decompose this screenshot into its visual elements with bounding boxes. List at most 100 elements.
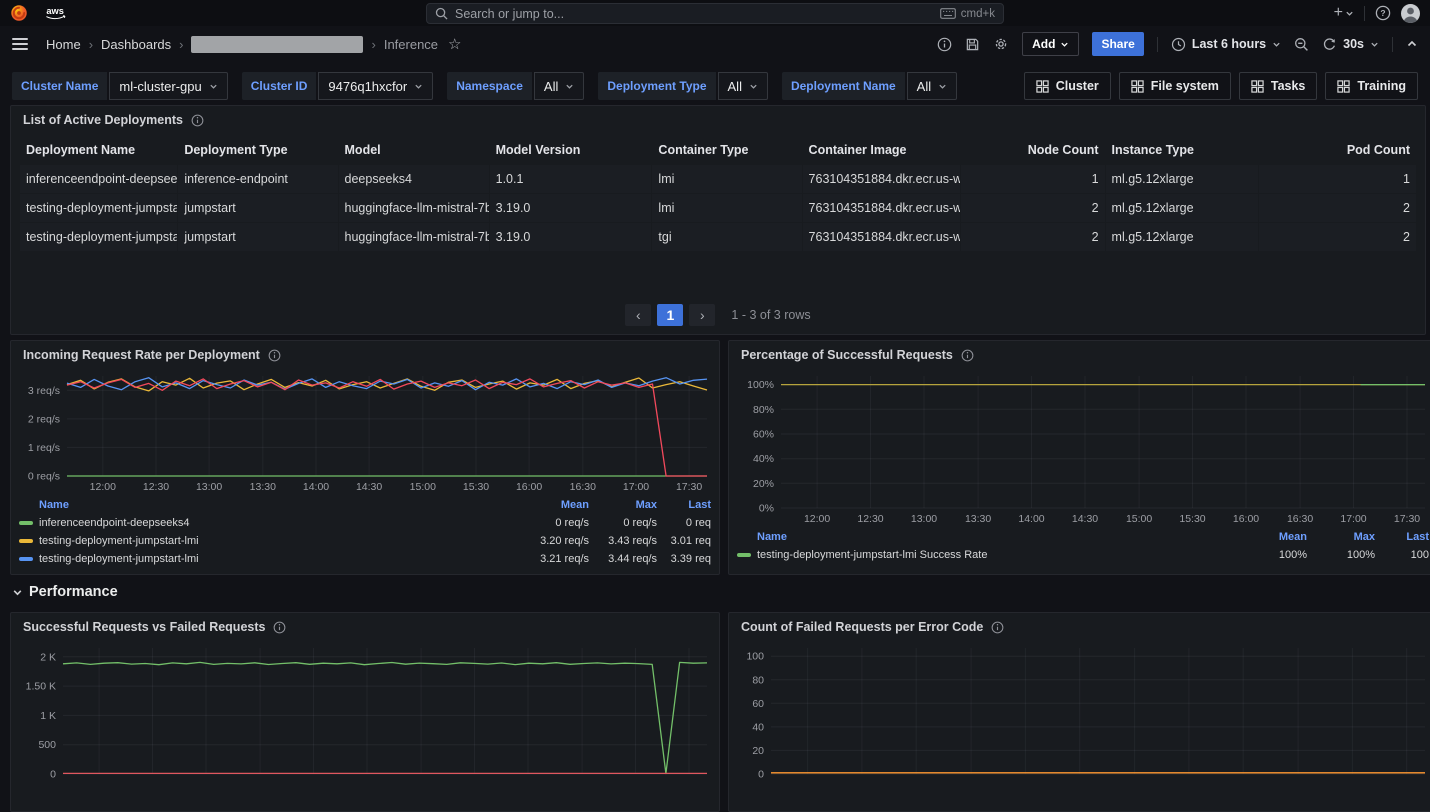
grafana-logo-icon[interactable] [10, 4, 28, 22]
column-header[interactable]: Instance Type [1106, 136, 1259, 164]
add-new-button[interactable]: + [1334, 5, 1354, 21]
add-panel-button[interactable]: Add [1022, 32, 1079, 56]
info-circle-icon[interactable] [268, 349, 281, 362]
legend-col-last[interactable]: Last [663, 499, 711, 511]
svg-text:0 req/s: 0 req/s [28, 471, 60, 483]
svg-text:16:00: 16:00 [1233, 513, 1259, 525]
time-series-chart[interactable]: 12:0012:3013:0013:3014:0014:3015:0015:30… [737, 368, 1430, 526]
variable-filter: Cluster Nameml-cluster-gpu [12, 72, 228, 100]
top-nav: aws Search or jump to... cmd+k + ? [0, 0, 1430, 26]
filter-label: Cluster Name [12, 72, 107, 100]
svg-text:20%: 20% [753, 478, 774, 490]
breadcrumb-home[interactable]: Home [46, 37, 81, 52]
share-button[interactable]: Share [1092, 32, 1143, 56]
svg-text:17:00: 17:00 [1340, 513, 1366, 525]
aws-logo-icon[interactable]: aws [42, 4, 72, 22]
svg-text:14:00: 14:00 [303, 481, 329, 493]
table-cell: ml.g5.12xlarge [1106, 194, 1259, 222]
time-series-chart[interactable]: 020406080100 [737, 640, 1430, 780]
save-icon [965, 37, 980, 52]
refresh-picker[interactable]: 30s [1322, 37, 1379, 52]
legend-series-name[interactable]: inferenceendpoint-deepseeks4 [39, 517, 521, 529]
zoom-out-time-button[interactable] [1294, 37, 1309, 52]
breadcrumb-redacted-item [191, 36, 363, 53]
column-header[interactable]: Deployment Type [178, 136, 337, 164]
svg-text:40: 40 [752, 721, 764, 733]
svg-text:13:00: 13:00 [911, 513, 937, 525]
view-button-cluster[interactable]: Cluster [1024, 72, 1111, 100]
legend-col-name[interactable]: Name [757, 531, 1239, 543]
svg-text:17:00: 17:00 [623, 481, 649, 493]
panel-title: Percentage of Successful Requests [741, 348, 953, 362]
legend-series-name[interactable]: testing-deployment-jumpstart-lmi [39, 553, 521, 565]
svg-text:60: 60 [752, 698, 764, 710]
time-series-chart[interactable]: 12:0012:3013:0013:3014:0014:3015:0015:30… [19, 368, 713, 494]
chevron-down-icon [1272, 40, 1281, 49]
section-performance[interactable]: Performance [12, 584, 118, 600]
filter-value-dropdown[interactable]: 9476q1hxcfor [318, 72, 433, 100]
help-button[interactable]: ? [1375, 5, 1391, 21]
refresh-interval-label: 30s [1343, 37, 1364, 51]
dashboard-settings-button[interactable] [993, 36, 1009, 52]
collapse-toolbar-button[interactable] [1406, 38, 1418, 50]
filter-value-dropdown[interactable]: All [907, 72, 957, 100]
info-circle-icon[interactable] [991, 621, 1004, 634]
column-header[interactable]: Model Version [490, 136, 652, 164]
view-button-training[interactable]: Training [1325, 72, 1418, 100]
filter-value-dropdown[interactable]: All [534, 72, 584, 100]
legend-col-last[interactable]: Last [1381, 531, 1429, 543]
view-button-file-system[interactable]: File system [1119, 72, 1231, 100]
column-header[interactable]: Model [339, 136, 489, 164]
svg-text:100%: 100% [747, 379, 774, 391]
chevron-down-icon [938, 82, 947, 91]
filter-value-dropdown[interactable]: All [718, 72, 768, 100]
svg-text:0: 0 [758, 769, 764, 781]
legend-col-mean[interactable]: Mean [527, 499, 589, 511]
dashboard-insights-button[interactable] [937, 37, 952, 52]
chevron-right-icon: › [371, 37, 375, 52]
breadcrumb-dashboards[interactable]: Dashboards [101, 37, 171, 52]
info-circle-icon[interactable] [961, 349, 974, 362]
legend-col-max[interactable]: Max [595, 499, 657, 511]
apps-grid-icon [1036, 80, 1049, 93]
pagination-prev-button[interactable]: ‹ [625, 304, 651, 326]
pagination-next-button[interactable]: › [689, 304, 715, 326]
info-circle-icon[interactable] [191, 114, 204, 127]
chevron-down-icon [1370, 40, 1379, 49]
svg-text:16:30: 16:30 [570, 481, 596, 493]
time-range-picker[interactable]: Last 6 hours [1171, 37, 1281, 52]
filter-value-dropdown[interactable]: ml-cluster-gpu [109, 72, 227, 100]
svg-text:3 req/s: 3 req/s [28, 385, 60, 397]
svg-text:12:30: 12:30 [143, 481, 169, 493]
column-header[interactable]: Container Image [803, 136, 960, 164]
filter-label: Cluster ID [242, 72, 317, 100]
search-input[interactable]: Search or jump to... cmd+k [426, 3, 1004, 24]
favorite-star-icon[interactable]: ☆ [448, 35, 461, 53]
table-cell: 763104351884.dkr.ecr.us-we [803, 223, 960, 251]
legend-header: Name Mean Max Last [737, 528, 1429, 546]
legend-col-name[interactable]: Name [39, 499, 521, 511]
view-button-tasks[interactable]: Tasks [1239, 72, 1318, 100]
svg-text:13:00: 13:00 [196, 481, 222, 493]
column-header[interactable]: Node Count [961, 136, 1105, 164]
menu-toggle-button[interactable] [12, 38, 28, 50]
table-pagination: ‹ 1 › 1 - 3 of 3 rows [11, 304, 1425, 326]
deployments-table: Deployment NameDeployment TypeModelModel… [19, 135, 1417, 252]
legend-series-name[interactable]: testing-deployment-jumpstart-lmi Success… [757, 549, 1239, 561]
gear-icon [993, 36, 1009, 52]
time-series-chart[interactable]: 05001 K1.50 K2 K [19, 640, 713, 780]
table-cell: lmi [652, 194, 801, 222]
legend-col-mean[interactable]: Mean [1245, 531, 1307, 543]
legend-series-name[interactable]: testing-deployment-jumpstart-lmi [39, 535, 521, 547]
legend-col-max[interactable]: Max [1313, 531, 1375, 543]
user-avatar[interactable] [1401, 4, 1420, 23]
apps-grid-icon [1131, 80, 1144, 93]
pagination-page-button[interactable]: 1 [657, 304, 683, 326]
column-header[interactable]: Container Type [652, 136, 801, 164]
info-circle-icon[interactable] [273, 621, 286, 634]
column-header[interactable]: Pod Count [1259, 136, 1416, 164]
save-dashboard-button[interactable] [965, 37, 980, 52]
column-header[interactable]: Deployment Name [20, 136, 177, 164]
table-cell: 2 [961, 194, 1105, 222]
share-label: Share [1101, 37, 1134, 51]
